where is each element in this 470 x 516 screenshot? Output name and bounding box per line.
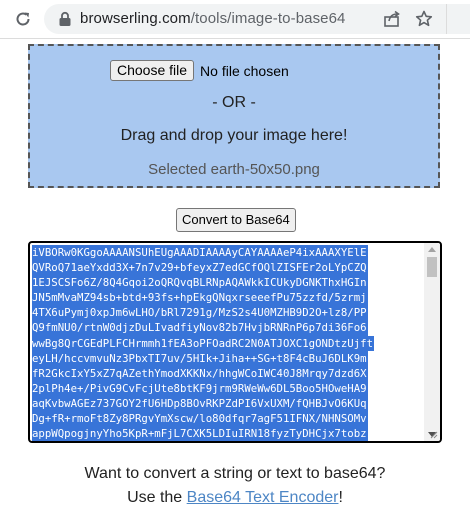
address-bar[interactable]: browserling.com/tools/image-to-base64 <box>44 4 470 34</box>
base64-output-line: wwBg8QrCGEdPLFCHrmmh1fEA3oPFOadRC2N0ATJO… <box>32 335 375 351</box>
lock-icon[interactable] <box>58 11 72 27</box>
url-path: /tools/image-to-base64 <box>190 10 346 27</box>
footer-use-prefix: Use the <box>127 489 187 506</box>
choose-file-button[interactable]: Choose file <box>110 60 195 81</box>
footer-question: Want to convert a string or text to base… <box>84 465 386 482</box>
base64-output-line: aqKvbwAGEz737GOY2fU6HDp8BOvRKPZdPI6VxUXM… <box>32 395 368 412</box>
selected-file-text: Selected earth-50x50.png <box>148 161 320 178</box>
base64-output-line: iVBORw0KGgoAAAANSUhEUgAAADIAAAAyCAYAAAAe… <box>32 245 368 261</box>
base64-output-textarea[interactable]: iVBORw0KGgoAAAANSUhEUgAAADIAAAAyCAYAAAAe… <box>28 241 442 443</box>
base64-output-line: 4TX6uPymj0xpJm6wLHO/bRl7291g/MzS2s4U0MZH… <box>32 305 368 321</box>
scrollbar[interactable] <box>424 243 440 441</box>
url-text[interactable]: browserling.com/tools/image-to-base64 <box>80 10 346 27</box>
image-drop-zone[interactable]: Choose file No file chosen - OR - Drag a… <box>28 44 440 188</box>
convert-to-base64-button[interactable]: Convert to Base64 <box>176 208 296 232</box>
drag-drop-instruction: Drag and drop your image here! <box>120 127 348 144</box>
url-domain: browserling.com <box>80 10 191 27</box>
scroll-thumb[interactable] <box>427 257 437 277</box>
browser-toolbar: browserling.com/tools/image-to-base64 <box>0 0 470 39</box>
footer-use-suffix: ! <box>338 489 343 506</box>
no-file-chosen-text: No file chosen <box>200 62 289 79</box>
toolbar-divider <box>446 4 470 34</box>
base64-output-line: Q9fmNU0/rtnW0djzDuLIvadfiyNov82b7HvjbRNR… <box>32 320 368 336</box>
reload-icon[interactable] <box>12 8 34 30</box>
base64-output-line: fR2GkcIxY5xZ7qAZethYmodXKKNx/hhgWCoIWC40… <box>32 365 368 381</box>
base64-text-encoder-link[interactable]: Base64 Text Encoder <box>187 489 339 506</box>
base64-output-line: Dg+fR+rmoFt8Zy8PRgvYmXscw/lo80dfqr7agF51… <box>32 411 368 427</box>
base64-output-line: 2plPh4e+/PivG9CvFcjUte8btKF9jrm9RWeWw6DL… <box>32 380 368 396</box>
star-icon[interactable] <box>414 9 434 29</box>
base64-output-text[interactable]: iVBORw0KGgoAAAANSUhEUgAAADIAAAAyCAYAAAAe… <box>32 245 424 441</box>
scroll-up-arrow-icon[interactable] <box>428 247 436 252</box>
resize-grip-icon[interactable] <box>430 431 438 439</box>
or-separator: - OR - <box>212 94 256 111</box>
base64-output-line: appWQpogjnyYho5KpR+mFjL7CXK5LDIuIRN18fyz… <box>32 426 368 441</box>
base64-output-line: QVRoQ71aeYxdd3X+7n7v29+bfeyxZ7edGCfOQlZI… <box>32 260 368 276</box>
file-input[interactable]: Choose file No file chosen <box>110 60 289 81</box>
base64-output-line: eyLH/hccvmvuNz3PbxTI7uv/5HIk+Jiha++SG+t8… <box>32 350 368 366</box>
base64-output-line: JN5mMvaMZ94sb+btd+93fs+hpEkgQNqxrseeefPu… <box>32 290 368 306</box>
base64-output-line: 1EJSCSFo6Z/8Q4Gqoi2oQRQvqBLRNpAQAWkkICUk… <box>32 275 368 291</box>
footer-encoder-line: Use the Base64 Text Encoder! <box>0 489 470 507</box>
share-icon[interactable] <box>382 9 402 29</box>
